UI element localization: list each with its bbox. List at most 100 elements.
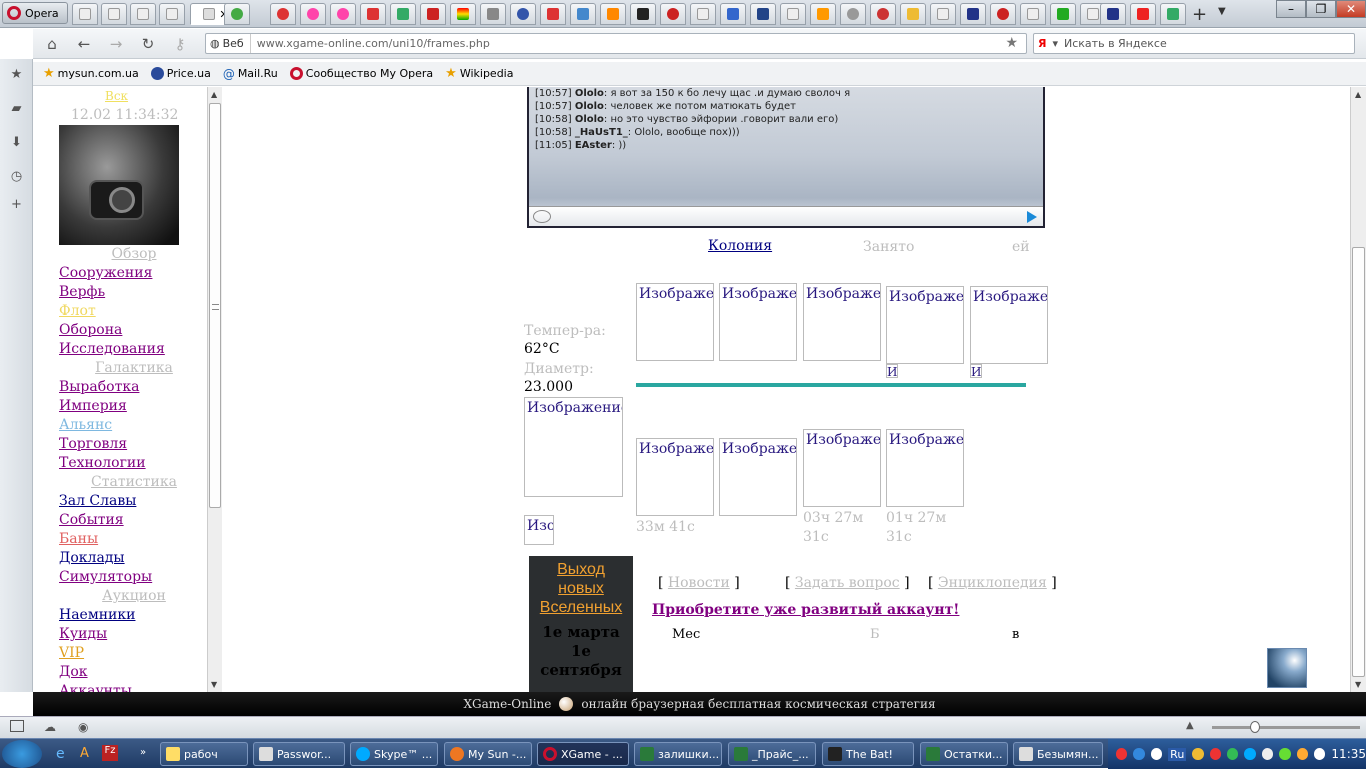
- nav-bans[interactable]: Баны: [59, 530, 209, 549]
- downloads-icon[interactable]: ⬇: [9, 135, 24, 150]
- history-icon[interactable]: ◷: [9, 169, 24, 184]
- send-icon[interactable]: [1027, 211, 1037, 223]
- ship-image[interactable]: Изображен: [803, 429, 881, 507]
- zoom-slider[interactable]: [1212, 721, 1360, 733]
- scroll-thumb[interactable]: [1352, 247, 1365, 677]
- new-tab-icon[interactable]: +: [1192, 4, 1207, 25]
- tab[interactable]: [420, 3, 446, 25]
- tab[interactable]: [130, 3, 156, 25]
- forward-icon[interactable]: →: [107, 35, 125, 53]
- minimize-icon[interactable]: –: [1276, 0, 1306, 18]
- encyclopedia-link[interactable]: Энциклопедия: [938, 575, 1047, 591]
- tray-icon[interactable]: [1261, 748, 1274, 760]
- promo-title-1[interactable]: Выход: [529, 560, 633, 579]
- tray-icon[interactable]: [1296, 748, 1309, 760]
- bookmark-price[interactable]: Price.ua: [150, 67, 211, 80]
- bookmark-star-icon[interactable]: ★: [1005, 35, 1018, 51]
- filezilla-icon[interactable]: Fz: [102, 745, 118, 761]
- small-image[interactable]: И: [886, 364, 898, 378]
- planet-image[interactable]: Изображение: [524, 397, 623, 497]
- start-button[interactable]: [2, 740, 42, 768]
- home-icon[interactable]: ⌂: [43, 35, 61, 53]
- tab[interactable]: [600, 3, 626, 25]
- bookmark-wikipedia[interactable]: ★ Wikipedia: [445, 66, 513, 81]
- quicklaunch-more-icon[interactable]: »: [140, 747, 146, 758]
- tab[interactable]: [780, 3, 806, 25]
- search-dropdown-icon[interactable]: ▾: [1052, 37, 1058, 50]
- tab[interactable]: [1050, 3, 1076, 25]
- nav-shipyard[interactable]: Верфь: [59, 283, 209, 302]
- taskbar-item[interactable]: _Прайс_...: [728, 742, 816, 766]
- nav-accounts[interactable]: Аккаунты: [59, 682, 209, 692]
- restore-icon[interactable]: ❐: [1306, 0, 1336, 18]
- nav-auction[interactable]: Аукцион: [59, 587, 209, 606]
- back-icon[interactable]: ←: [75, 35, 93, 53]
- tab[interactable]: [840, 3, 866, 25]
- tray-icon[interactable]: [1244, 748, 1256, 760]
- new-universes-promo[interactable]: Выход новых Вселенных 1е марта 1е сентяб…: [529, 556, 633, 692]
- taskbar-item[interactable]: The Bat!: [822, 742, 914, 766]
- ie-icon[interactable]: e: [56, 746, 65, 762]
- add-panel-icon[interactable]: +: [9, 197, 24, 212]
- nav-trade[interactable]: Торговля: [59, 435, 209, 454]
- tab[interactable]: [870, 3, 896, 25]
- tab[interactable]: [390, 3, 416, 25]
- taskbar-item[interactable]: Остатки...: [920, 742, 1008, 766]
- avatar[interactable]: [59, 125, 179, 245]
- building-image[interactable]: Изображен: [803, 283, 881, 361]
- taskbar-item[interactable]: рабоч: [160, 742, 248, 766]
- nav-vip[interactable]: VIP: [59, 644, 209, 663]
- bookmark-mailru[interactable]: @ Mail.Ru: [223, 67, 278, 81]
- taskbar-item-active[interactable]: XGame - ...: [537, 742, 629, 766]
- nav-doc[interactable]: Док: [59, 663, 209, 682]
- taskbar-item[interactable]: Passwor...: [253, 742, 345, 766]
- avast-icon[interactable]: A: [80, 746, 89, 761]
- bookmarks-star-icon[interactable]: ★: [9, 67, 24, 82]
- nav-kuids[interactable]: Куиды: [59, 625, 209, 644]
- nav-production[interactable]: Выработка: [59, 378, 209, 397]
- colony-link[interactable]: Колония: [708, 238, 772, 254]
- tab[interactable]: [360, 3, 386, 25]
- nav-defense[interactable]: Оборона: [59, 321, 209, 340]
- tab[interactable]: [510, 3, 536, 25]
- tab[interactable]: [1100, 3, 1126, 25]
- tab-menu-icon[interactable]: ▼: [1218, 6, 1226, 17]
- tab[interactable]: [1020, 3, 1046, 25]
- opera-menu-button[interactable]: Opera: [2, 2, 68, 24]
- promo-title-3[interactable]: Вселенных: [529, 598, 633, 617]
- nav-technologies[interactable]: Технологии: [59, 454, 209, 473]
- tab[interactable]: [990, 3, 1016, 25]
- bookmark-mysun[interactable]: ★ mysun.com.ua: [43, 66, 139, 81]
- nav-hall-of-fame[interactable]: Зал Славы: [59, 492, 209, 511]
- planet-thumb-image[interactable]: Изоб: [524, 515, 554, 545]
- chat-input-bar[interactable]: [529, 206, 1043, 226]
- key-icon[interactable]: ⚷: [171, 35, 189, 53]
- nav-mercenaries[interactable]: Наемники: [59, 606, 209, 625]
- building-image[interactable]: Изображен: [636, 283, 714, 361]
- left-frame-scrollbar[interactable]: ▲ ▼: [207, 87, 222, 692]
- tab[interactable]: [1160, 3, 1186, 25]
- tab[interactable]: [300, 3, 326, 25]
- scroll-down-icon[interactable]: ▼: [211, 680, 217, 689]
- planet-globe-icon[interactable]: [1267, 648, 1307, 688]
- nav-overview[interactable]: Обзор: [59, 245, 209, 264]
- tab[interactable]: [540, 3, 566, 25]
- promo-title-2[interactable]: новых: [529, 579, 633, 598]
- tray-icon[interactable]: [1116, 748, 1128, 760]
- ship-image[interactable]: Изображен: [719, 438, 797, 516]
- nav-galaxy[interactable]: Галактика: [59, 359, 209, 378]
- tab[interactable]: [960, 3, 986, 25]
- nav-events[interactable]: События: [59, 511, 209, 530]
- nav-reports[interactable]: Доклады: [59, 549, 209, 568]
- main-frame-scrollbar[interactable]: ▲ ▼: [1350, 87, 1366, 692]
- tab[interactable]: [159, 3, 185, 25]
- taskbar-item[interactable]: My Sun -...: [444, 742, 532, 766]
- tray-icon[interactable]: [1133, 748, 1145, 760]
- buy-account-link[interactable]: Приобретите уже развитый аккаунт!: [652, 602, 959, 618]
- building-image[interactable]: Изображен: [886, 286, 964, 364]
- building-image[interactable]: Изображен: [719, 283, 797, 361]
- nav-alliance[interactable]: Альянс: [59, 416, 209, 435]
- tab[interactable]: [330, 3, 356, 25]
- tray-icon[interactable]: [1227, 748, 1239, 760]
- tab[interactable]: [570, 3, 596, 25]
